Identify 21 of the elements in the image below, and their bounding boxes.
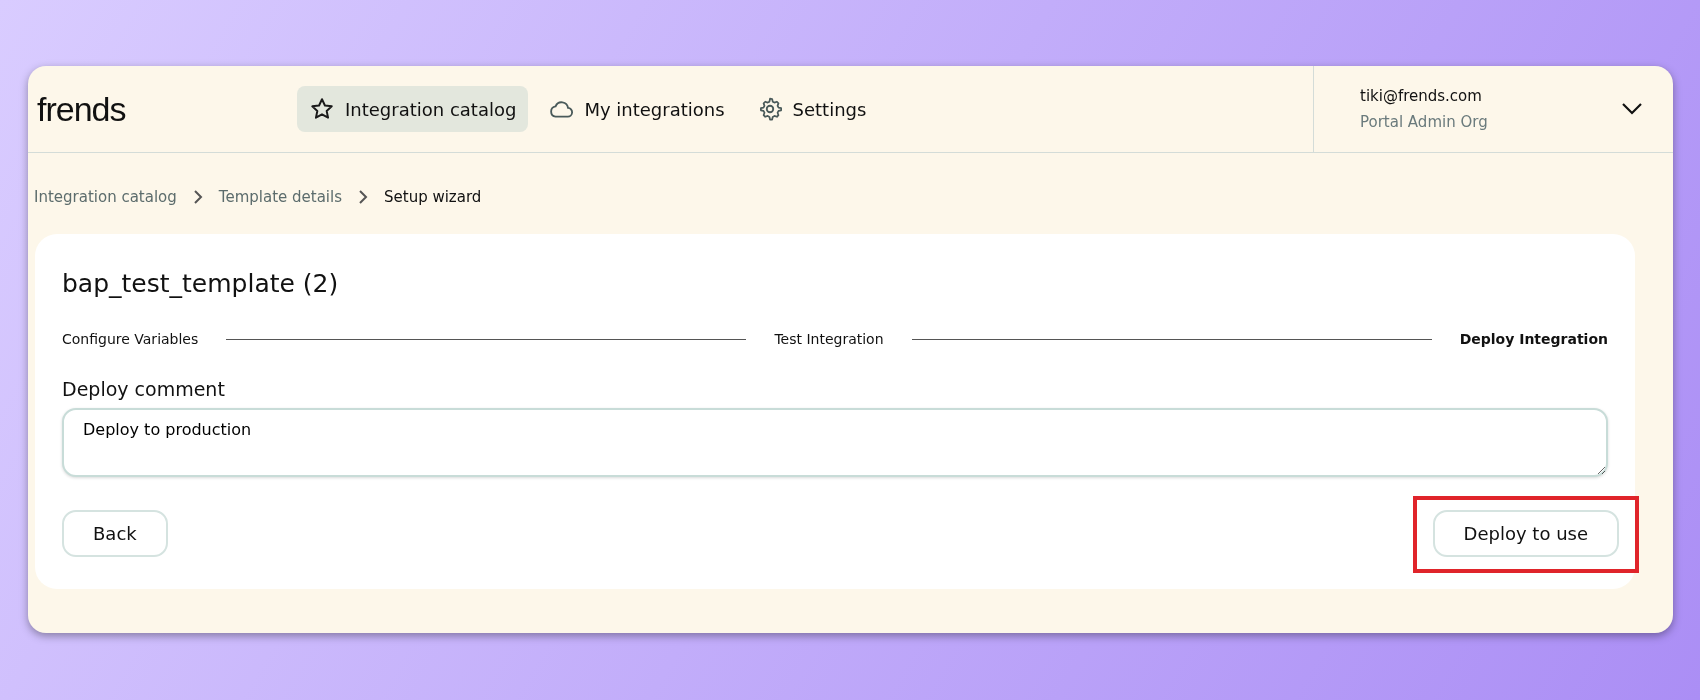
template-title: bap_test_template (2) (62, 269, 340, 298)
account-email: tiki@frends.com (1360, 87, 1483, 105)
chevron-down-icon[interactable] (1621, 102, 1643, 116)
breadcrumb[interactable]: Integration catalog (34, 188, 177, 206)
nav-tab[interactable]: Integration catalog (297, 86, 529, 132)
wizard-step: Configure Variables (62, 331, 199, 347)
breadcrumb[interactable]: Template details (218, 188, 342, 206)
nav-tab[interactable]: Settings (744, 86, 879, 132)
wizard-step: Deploy Integration (1459, 331, 1608, 347)
breadcrumb: Setup wizard (384, 188, 482, 206)
back-button[interactable]: Back (62, 510, 168, 557)
chevron-right-icon (358, 190, 368, 204)
organization-name: Portal Admin Org (1360, 113, 1488, 131)
nav-tab[interactable]: My integrations (536, 86, 737, 132)
chevron-right-icon (192, 190, 203, 204)
field-label: Deploy comment (62, 378, 226, 400)
deploy-button[interactable]: Deploy to use (1432, 510, 1619, 557)
wizard-step: Test Integration (774, 331, 884, 347)
logo: frends (37, 89, 127, 129)
comment-field[interactable]: Deploy to production (62, 408, 1608, 477)
star-icon (309, 96, 335, 122)
